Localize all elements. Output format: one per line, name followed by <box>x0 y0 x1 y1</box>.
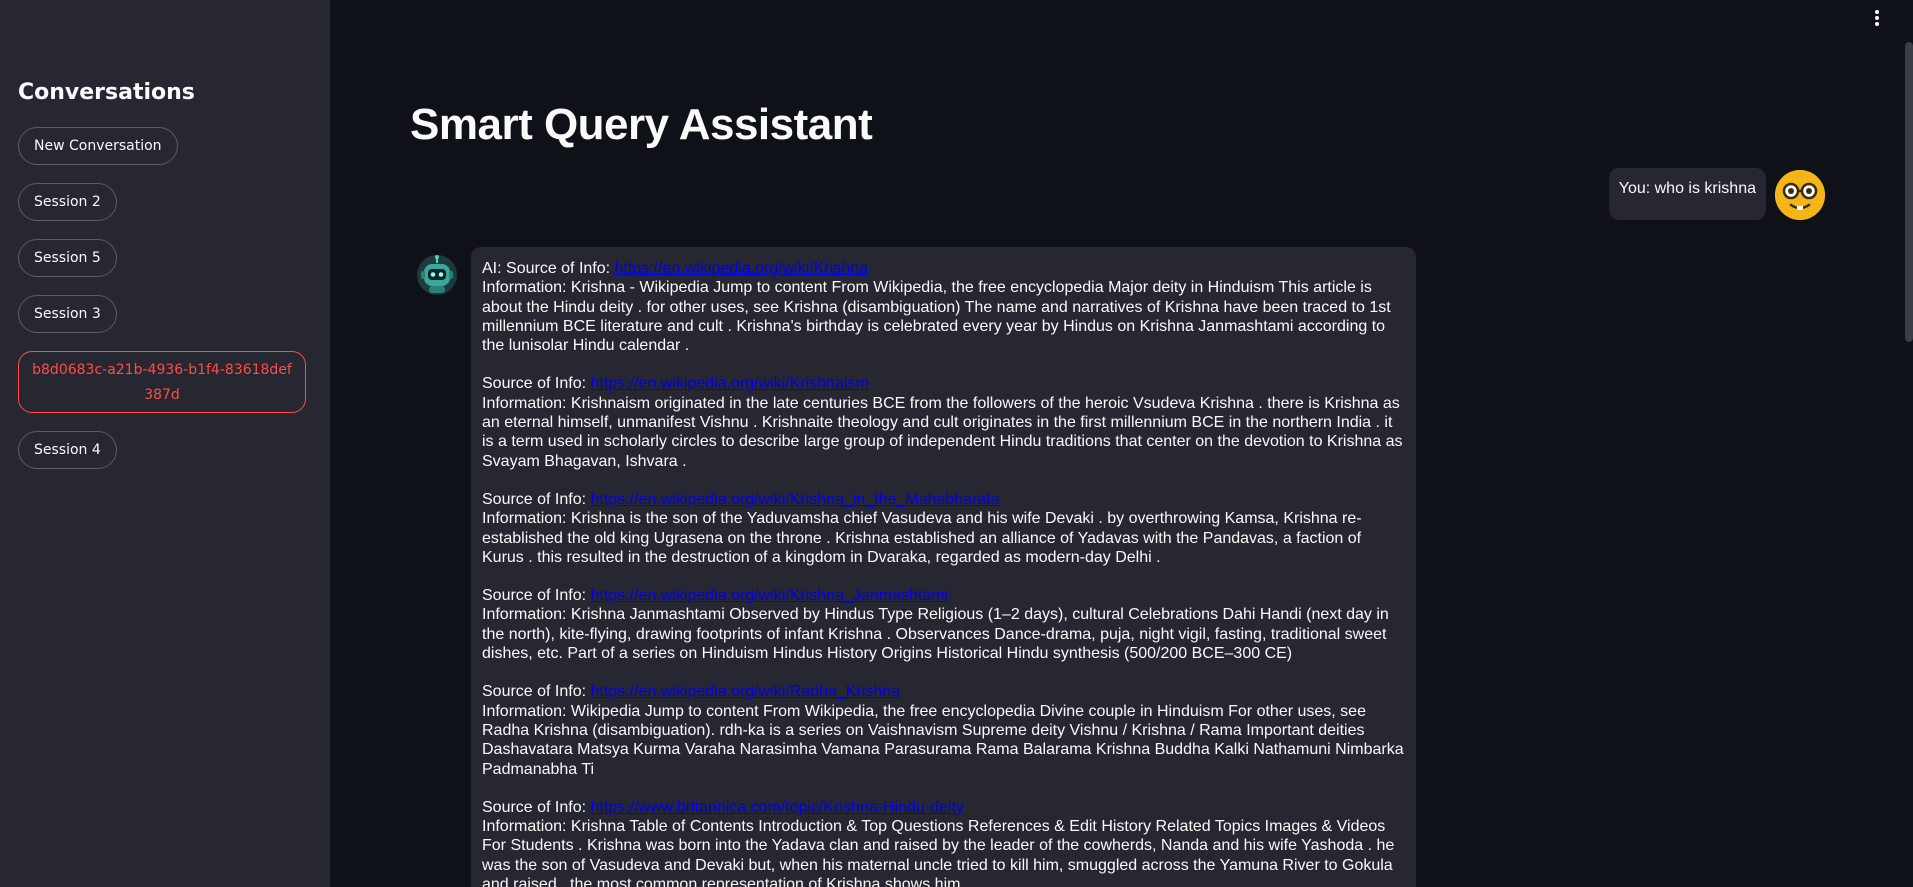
result-info: Information: Krishna Table of Contents I… <box>482 818 1395 887</box>
source-link[interactable]: https://www.britannica.com/topic/Krishna… <box>591 799 965 816</box>
sidebar-row: New Conversation <box>18 127 306 183</box>
search-result: Source of Info: https://en.wikipedia.org… <box>482 490 1406 567</box>
active-session-button[interactable]: b8d0683c-a21b-4936-b1f4-83618def387d <box>18 351 306 413</box>
sidebar-row: Session 4 <box>18 431 306 487</box>
scrollbar[interactable] <box>1905 42 1913 342</box>
sidebar-title: Conversations <box>18 80 195 105</box>
sidebar-row: b8d0683c-a21b-4936-b1f4-83618def387d <box>18 351 306 431</box>
source-label: Source of Info: <box>482 683 591 701</box>
user-message: You: who is krishna <box>1608 168 1766 220</box>
session-button[interactable]: Session 5 <box>18 239 117 277</box>
sidebar-row: Session 5 <box>18 239 306 295</box>
app: Conversations New Conversation Session 2… <box>0 0 1913 887</box>
search-result: Source of Info: https://en.wikipedia.org… <box>482 682 1406 778</box>
conversation-list: New Conversation Session 2 Session 5 Ses… <box>18 127 306 487</box>
search-result: Source of Info: https://en.wikipedia.org… <box>482 586 1406 663</box>
search-result: AI: Source of Info: https://en.wikipedia… <box>482 259 1406 355</box>
ai-prefix: AI: <box>482 260 507 277</box>
new-conversation-button[interactable]: New Conversation <box>18 127 178 165</box>
kebab-menu-icon[interactable] <box>1871 10 1883 30</box>
result-info: Information: Wikipedia Jump to content F… <box>482 702 1404 778</box>
nerd-face-icon <box>1775 170 1825 220</box>
session-button[interactable]: Session 4 <box>18 431 117 469</box>
source-link[interactable]: https://en.wikipedia.org/wiki/Krishnaism <box>591 375 869 392</box>
session-button[interactable]: Session 3 <box>18 295 117 333</box>
source-label: Source of Info: <box>482 798 591 816</box>
sidebar: Conversations New Conversation Session 2… <box>0 0 330 887</box>
source-label: Source of Info: <box>482 490 591 508</box>
result-info: Information: Krishna is the son of the Y… <box>482 510 1362 566</box>
result-info: Information: Krishnaism originated in th… <box>482 394 1403 470</box>
search-result: Source of Info: https://www.britannica.c… <box>482 798 1406 887</box>
source-label: Source of Info: <box>482 587 591 605</box>
source-link[interactable]: https://en.wikipedia.org/wiki/Krishna_in… <box>591 491 1000 508</box>
search-result: Source of Info: https://en.wikipedia.org… <box>482 374 1406 470</box>
source-label: Source of Info: <box>506 260 615 277</box>
sidebar-row: Session 2 <box>18 183 306 239</box>
main-content: Smart Query Assistant You: who is krishn… <box>330 0 1913 887</box>
source-link[interactable]: https://en.wikipedia.org/wiki/Krishna_Ja… <box>591 587 949 604</box>
session-button[interactable]: Session 2 <box>18 183 117 221</box>
page-title: Smart Query Assistant <box>410 100 873 149</box>
result-info: Information: Krishna Janmashtami Observe… <box>482 606 1389 663</box>
source-label: Source of Info: <box>482 375 591 393</box>
source-link[interactable]: https://en.wikipedia.org/wiki/Radha_Kris… <box>591 683 901 700</box>
robot-icon <box>416 254 458 296</box>
ai-message: AI: Source of Info: https://en.wikipedia… <box>471 247 1416 887</box>
result-info: Information: Krishna - Wikipedia Jump to… <box>482 279 1391 355</box>
sidebar-row: Session 3 <box>18 295 306 351</box>
source-link[interactable]: https://en.wikipedia.org/wiki/Krishna <box>615 260 868 277</box>
